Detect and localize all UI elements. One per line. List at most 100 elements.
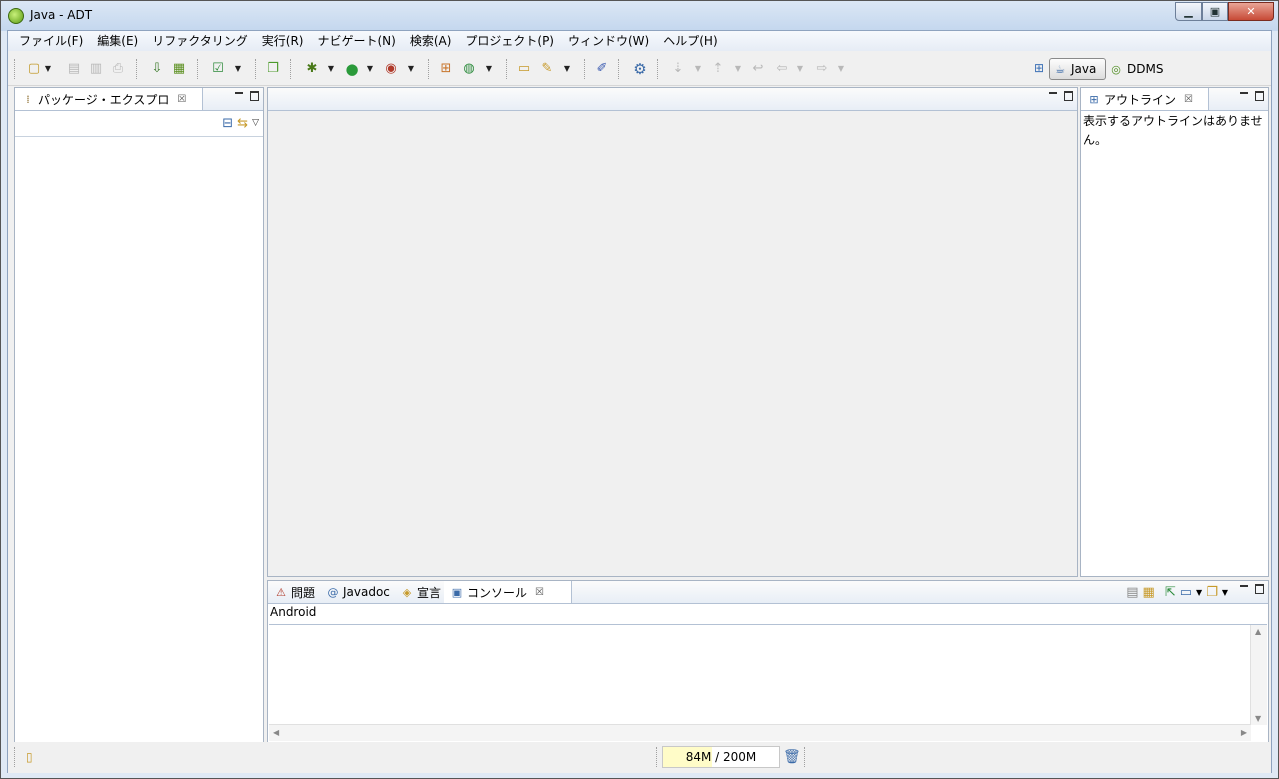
menu-project[interactable]: プロジェクト(P) [458,31,561,51]
display-console-dropdown-icon[interactable]: ▼ [1196,588,1202,597]
minimize-view-icon[interactable] [234,91,244,101]
heap-status[interactable]: 84M / 200M [662,746,780,768]
menu-window[interactable]: ウィンドウ(W) [561,31,656,51]
menu-help[interactable]: ヘルプ(H) [656,31,724,51]
menu-navigate[interactable]: ナビゲート(N) [310,31,402,51]
window-title: Java - ADT [30,8,93,22]
fast-view-icon[interactable]: ▯ [26,750,33,764]
maximize-view-icon[interactable] [1063,91,1073,101]
ddms-perspective-button[interactable]: ◎ DDMS [1108,58,1163,80]
package-explorer-tree[interactable] [15,136,263,742]
new-java-package-icon[interactable]: ⊞ [438,61,454,77]
prev-annotation-icon[interactable]: ⇡ [710,61,726,77]
tab-console[interactable]: ▣ コンソール ☒ [444,581,572,603]
gc-trash-icon[interactable]: 🗑 [783,749,801,765]
tab-problems[interactable]: ⚠ 問題 [268,581,321,603]
window-controls: ▁ ▣ ✕ [1175,2,1274,21]
view-controls [234,91,259,101]
outline-tabbar: ⊞ アウトライン ☒ [1081,88,1268,111]
save-all-icon[interactable]: ▥ [88,61,104,77]
lint-dropdown-icon[interactable]: ▼ [234,61,242,77]
minimize-view-icon[interactable] [1239,91,1249,101]
title-bar[interactable]: Java - ADT ▁ ▣ ✕ [1,1,1278,31]
menu-file[interactable]: ファイル(F) [12,31,90,51]
forward-dropdown-icon[interactable]: ▼ [837,61,845,77]
minimize-button[interactable]: ▁ [1175,2,1202,21]
close-tab-icon[interactable]: ☒ [177,94,186,105]
scroll-lock-icon[interactable]: ▦ [1143,585,1155,600]
open-console-icon[interactable]: ❐ [1206,585,1218,600]
scroll-left-icon[interactable]: ◀ [273,728,279,737]
external-tools-dropdown-icon[interactable]: ▼ [407,61,415,77]
toolbar-separator [428,59,431,79]
toolbar-separator [584,59,587,79]
maximize-view-icon[interactable] [249,91,259,101]
horizontal-scrollbar[interactable]: ◀ ▶ [269,724,1251,741]
display-console-icon[interactable]: ▭ [1180,585,1192,600]
next-annotation-icon[interactable]: ⇣ [670,61,686,77]
java-perspective-icon: ☕ [1055,62,1065,76]
minimize-view-icon[interactable] [1239,584,1249,594]
open-console-dropdown-icon[interactable]: ▼ [1222,588,1228,597]
tab-package-explorer[interactable]: ⁞ パッケージ・エクスプロ ☒ [15,88,203,110]
scroll-down-icon[interactable]: ▼ [1255,714,1261,723]
lint-icon[interactable]: ☑ [210,61,226,77]
search-dropdown-icon[interactable]: ▼ [563,61,571,77]
new-android-project-icon[interactable]: ❐ [265,61,281,77]
new-class-icon[interactable]: ◍ [461,61,477,77]
debug-icon[interactable]: ✱ [304,61,320,77]
collapse-all-icon[interactable]: ⊟ [222,116,233,131]
menu-refactor[interactable]: リファクタリング [145,31,255,51]
view-controls [1239,584,1264,594]
run-dropdown-icon[interactable]: ▼ [366,61,374,77]
scroll-up-icon[interactable]: ▲ [1255,627,1261,636]
pin-console-icon[interactable]: ⇱ [1165,585,1176,600]
run-icon[interactable]: ● [344,61,360,77]
debug-dropdown-icon[interactable]: ▼ [327,61,335,77]
scroll-right-icon[interactable]: ▶ [1241,728,1247,737]
console-output[interactable]: ▲ ▼ ◀ ▶ [269,624,1267,741]
back-dropdown-icon[interactable]: ▼ [796,61,804,77]
last-edit-icon[interactable]: ↩ [750,61,766,77]
editor-tabbar [268,88,1077,111]
clear-console-icon[interactable]: ▤ [1126,585,1138,600]
sdk-manager-icon[interactable]: ⇩ [149,61,165,77]
tab-javadoc[interactable]: @ Javadoc [320,581,396,603]
new-dropdown-icon[interactable]: ▼ [44,61,52,77]
menu-edit[interactable]: 編集(E) [90,31,145,51]
search-icon[interactable]: ✎ [539,61,555,77]
maximize-view-icon[interactable] [1254,584,1264,594]
next-annotation-dropdown-icon[interactable]: ▼ [694,61,702,77]
workbench: ファイル(F) 編集(E) リファクタリング 実行(R) ナビゲート(N) 検索… [7,30,1272,773]
settings-icon[interactable]: ⚙ [632,61,648,77]
link-editor-icon[interactable]: ⇆ [237,116,248,131]
tab-outline[interactable]: ⊞ アウトライン ☒ [1081,88,1209,110]
maximize-button[interactable]: ▣ [1202,2,1228,21]
maximize-view-icon[interactable] [1254,91,1264,101]
back-icon[interactable]: ⇦ [774,61,790,77]
new-icon[interactable]: ▢ [26,61,42,77]
open-type-icon[interactable]: ▭ [516,61,532,77]
save-icon[interactable]: ▤ [66,61,82,77]
java-perspective-button[interactable]: ☕ Java [1049,58,1106,80]
prev-annotation-dropdown-icon[interactable]: ▼ [734,61,742,77]
print-icon[interactable]: ⎙ [110,61,126,77]
vertical-scrollbar[interactable]: ▲ ▼ [1250,625,1267,725]
menu-run[interactable]: 実行(R) [255,31,311,51]
toolbar-separator [618,59,621,79]
close-tab-icon[interactable]: ☒ [535,587,544,598]
close-tab-icon[interactable]: ☒ [1184,94,1193,105]
toggle-mark-icon[interactable]: ✐ [594,61,610,77]
forward-icon[interactable]: ⇨ [814,61,830,77]
console-tabbar: ⚠ 問題 @ Javadoc ◈ 宣言 ▣ コンソール ☒ ▤ ▦ ⇱ ▭ ▼ … [268,581,1268,604]
external-tools-icon[interactable]: ◉ [383,61,399,77]
new-class-dropdown-icon[interactable]: ▼ [485,61,493,77]
avd-manager-icon[interactable]: ▦ [171,61,187,77]
tab-declaration[interactable]: ◈ 宣言 [394,581,447,603]
minimize-view-icon[interactable] [1048,91,1058,101]
close-button[interactable]: ✕ [1228,2,1274,21]
open-perspective-icon[interactable]: ⊞ [1031,61,1047,77]
outline-empty-message: 表示するアウトラインはありません。 [1083,114,1263,147]
view-menu-icon[interactable]: ▽ [252,118,259,128]
menu-search[interactable]: 検索(A) [403,31,459,51]
